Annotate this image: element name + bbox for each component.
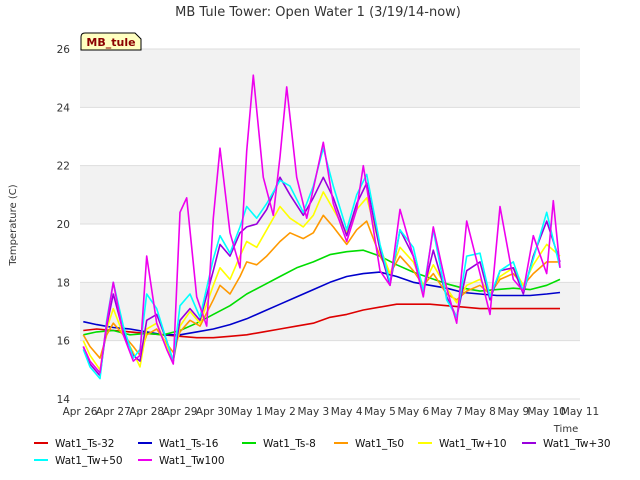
x-tick-label: May 4	[331, 406, 363, 418]
x-tick-label: Apr 28	[129, 406, 164, 418]
y-tick-label: 20	[57, 219, 70, 231]
x-tick-label: May 11	[561, 406, 599, 418]
legend-label: Wat1_Tw+30	[543, 438, 611, 450]
x-tick-label: May 8	[464, 406, 496, 418]
legend-item: Wat1_Tw100	[138, 455, 225, 467]
x-tick-label: May 7	[431, 406, 463, 418]
x-axis-ticks: Apr 26Apr 27Apr 28Apr 29Apr 30 May 1 May 2…	[63, 406, 600, 418]
legend-label: Wat1_Tw+10	[439, 438, 507, 450]
x-tick-label: May 6	[397, 406, 429, 418]
x-tick-label: May 1	[231, 406, 263, 418]
x-tick-label: Apr 27	[96, 406, 131, 418]
legend-label: Wat1_Tw+50	[55, 455, 123, 467]
chart-title: MB Tule Tower: Open Water 1 (3/19/14-now…	[175, 5, 461, 20]
legend: Wat1_Ts-32 Wat1_Ts-16 Wat1_Ts-8 Wat1_Ts0 Wat…	[34, 438, 611, 467]
legend-label: Wat1_Tw100	[159, 455, 225, 467]
x-tick-label: Apr 26	[63, 406, 98, 418]
y-tick-label: 18	[57, 277, 70, 289]
x-tick-label: May 2	[264, 406, 296, 418]
legend-item: Wat1_Ts-32	[34, 438, 115, 450]
y-tick-label: 22	[57, 161, 70, 173]
legend-label: Wat1_Ts0	[355, 438, 404, 450]
y-tick-label: 24	[57, 102, 71, 114]
legend-item: Wat1_Ts-8	[242, 438, 316, 450]
y-axis-label: Temperature (C)	[8, 184, 19, 266]
y-tick-label: 16	[57, 336, 71, 348]
station-badge: MB_tule	[80, 32, 142, 51]
x-tick-label: Apr 30	[196, 406, 231, 418]
temperature-chart: MB Tule Tower: Open Water 1 (3/19/14-now…	[8, 5, 611, 467]
legend-item: Wat1_Tw+10	[418, 438, 507, 450]
legend-item: Wat1_Tw+30	[522, 438, 611, 450]
plot-band	[80, 49, 580, 108]
x-tick-label: May 3	[297, 406, 329, 418]
x-tick-label: Apr 29	[163, 406, 198, 418]
legend-label: Wat1_Ts-16	[159, 438, 219, 450]
y-tick-label: 14	[57, 394, 71, 406]
legend-label: Wat1_Ts-32	[55, 438, 115, 450]
legend-item: Wat1_Ts-16	[138, 438, 219, 450]
y-axis-ticks: 14 16 18 20 22 24 26	[57, 44, 71, 406]
x-tick-label: May 5	[364, 406, 396, 418]
x-tick-label: May 9	[497, 406, 529, 418]
station-badge-label: MB_tule	[86, 36, 135, 49]
y-tick-label: 26	[57, 44, 71, 56]
legend-label: Wat1_Ts-8	[263, 438, 316, 450]
x-axis-label: Time	[553, 424, 578, 435]
legend-item: Wat1_Tw+50	[34, 455, 123, 467]
legend-item: Wat1_Ts0	[334, 438, 404, 450]
